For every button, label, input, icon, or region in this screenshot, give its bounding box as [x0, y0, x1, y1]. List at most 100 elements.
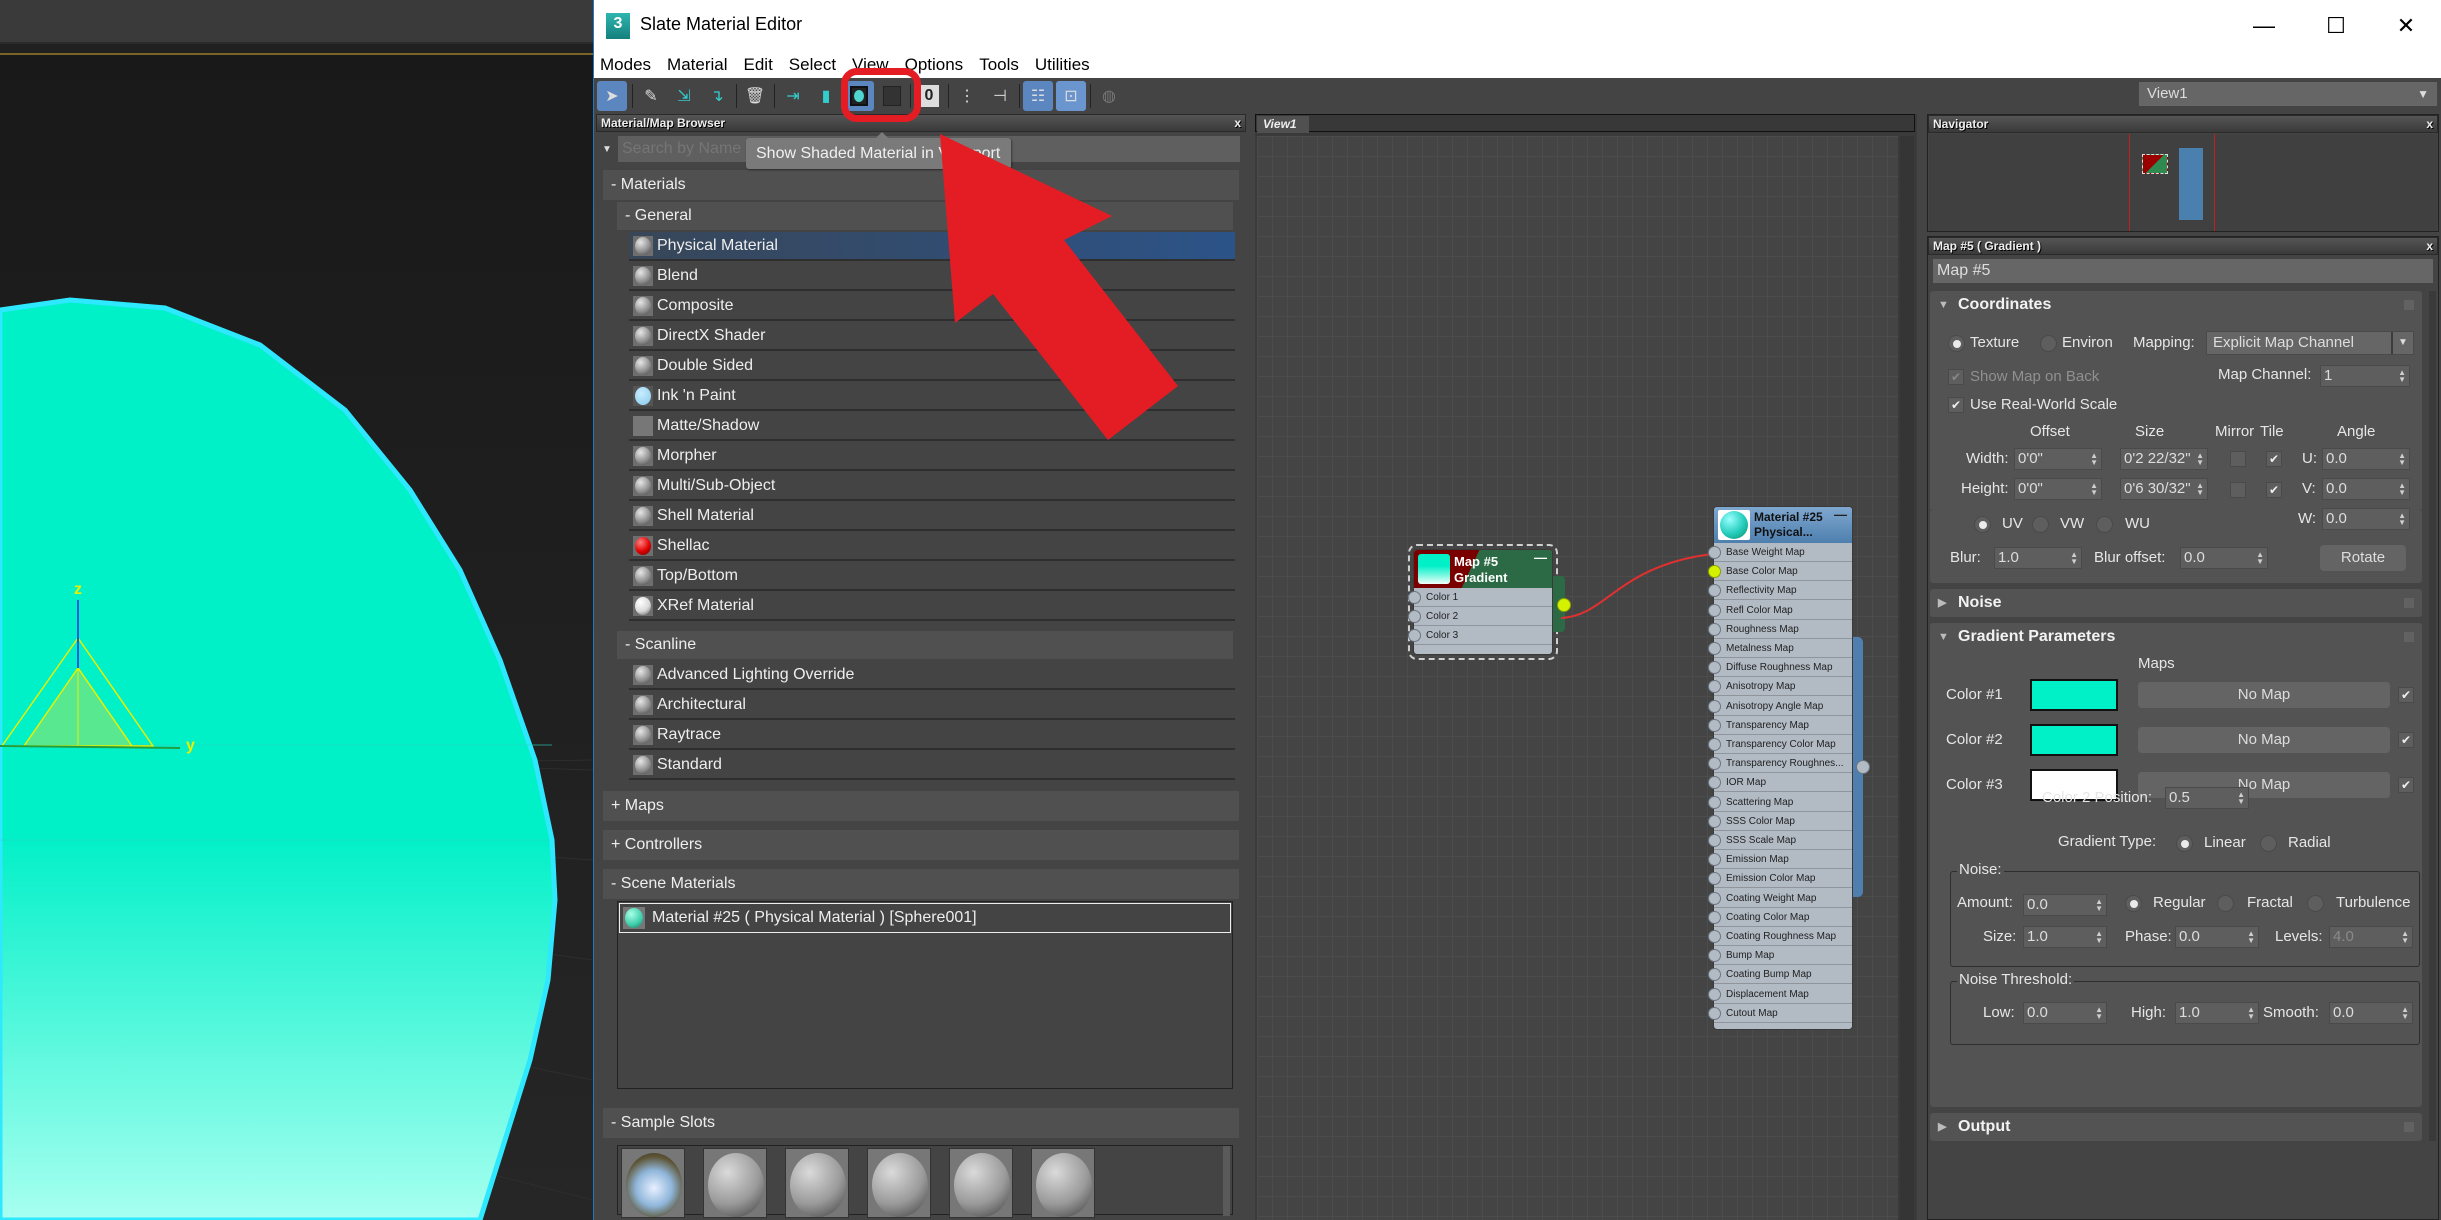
spinner-arrows-icon[interactable]: ▲ ▼ — [2237, 791, 2245, 806]
parameter-close-button[interactable]: x — [2426, 238, 2433, 254]
input-socket[interactable] — [1708, 1006, 1721, 1020]
spinner-arrows-icon[interactable]: ▲ ▼ — [2398, 369, 2406, 384]
browser-item[interactable]: Shell Material — [629, 502, 1235, 531]
browser-item[interactable]: Multi/Sub-Object — [629, 472, 1235, 501]
sample-slot[interactable] — [703, 1148, 767, 1218]
sample-slot[interactable] — [785, 1148, 849, 1218]
input-socket[interactable] — [1708, 584, 1721, 598]
group-scene-materials[interactable]: - Scene Materials — [603, 869, 1239, 899]
canvas-scrollbar[interactable] — [1900, 136, 1914, 1220]
menu-modes[interactable]: Modes — [594, 52, 659, 78]
spinner-arrows-icon[interactable]: ▲ ▼ — [2256, 551, 2264, 566]
sample-slot[interactable] — [621, 1148, 685, 1218]
input-socket[interactable] — [1708, 853, 1721, 867]
spinner-arrows-icon[interactable]: ▲ ▼ — [2401, 930, 2409, 945]
parameter-scrollbar[interactable] — [2429, 291, 2436, 1141]
u-angle-spinner[interactable]: 0.0 ▲ ▼ — [2322, 448, 2410, 470]
levels-spinner[interactable]: 4.0 ▲ ▼ — [2329, 926, 2413, 948]
browser-close-button[interactable]: x — [1234, 115, 1241, 131]
smooth-spinner[interactable]: 0.0 ▲ ▼ — [2329, 1002, 2413, 1024]
maximize-button[interactable]: ☐ — [2306, 8, 2366, 44]
viewport-3d[interactable]: z y — [0, 0, 593, 1220]
node-input-row[interactable]: Coating Roughness Map — [1708, 927, 1852, 946]
spinner-arrows-icon[interactable]: ▲ ▼ — [2401, 1006, 2409, 1021]
uv-radio[interactable] — [1974, 516, 1991, 533]
assign-to-selection-button[interactable]: ↴ — [702, 81, 732, 111]
browser-item[interactable]: Standard — [629, 751, 1235, 780]
browser-item[interactable]: Physical Material — [629, 232, 1235, 261]
input-socket[interactable] — [1708, 565, 1721, 579]
sample-slot[interactable] — [867, 1148, 931, 1218]
node-input-row[interactable]: Coating Weight Map — [1708, 889, 1852, 908]
input-socket[interactable] — [1708, 757, 1721, 771]
material-output-socket[interactable] — [1856, 760, 1870, 774]
menu-edit[interactable]: Edit — [736, 52, 781, 78]
sample-slots-scrollbar[interactable] — [1223, 1146, 1230, 1216]
close-button[interactable]: ✕ — [2376, 8, 2436, 44]
node-input-row[interactable]: Anisotropy Angle Map — [1708, 697, 1852, 716]
title-bar[interactable]: 3 Slate Material Editor — ☐ ✕ — [594, 0, 2441, 52]
input-socket[interactable] — [1708, 795, 1721, 809]
input-socket[interactable] — [1708, 699, 1721, 713]
material-node-header[interactable]: Material #25 Physical... — — [1714, 507, 1852, 543]
radial-radio[interactable] — [2260, 835, 2277, 852]
minimize-button[interactable]: — — [2234, 8, 2294, 44]
amount-spinner[interactable]: 0.0 ▲ ▼ — [2023, 894, 2107, 916]
delete-selected-button[interactable]: 🗑 — [740, 81, 770, 111]
no-map-button[interactable]: No Map — [2138, 727, 2390, 753]
browser-item[interactable]: Blend — [629, 262, 1235, 291]
browser-item[interactable]: Double Sided — [629, 352, 1235, 381]
node-input-row[interactable]: Roughness Map — [1708, 620, 1852, 639]
node-input-row[interactable]: Coating Bump Map — [1708, 965, 1852, 985]
node-input-row[interactable]: Refl Color Map — [1708, 601, 1852, 620]
material-node[interactable]: Material #25 Physical... — Base Weight M… — [1708, 506, 1870, 1030]
search-options-icon[interactable]: ▼ — [602, 144, 612, 155]
pick-material-button[interactable]: ✎ — [636, 81, 666, 111]
spinner-arrows-icon[interactable]: ▲ ▼ — [2398, 512, 2406, 527]
node-input-row[interactable]: IOR Map — [1708, 773, 1852, 793]
spinner-arrows-icon[interactable]: ▲ ▼ — [2247, 930, 2255, 945]
node-input-row[interactable]: Cutout Map — [1708, 1004, 1852, 1023]
input-socket[interactable] — [1708, 603, 1721, 617]
node-input-row[interactable]: Displacement Map — [1708, 985, 1852, 1004]
node-input-row[interactable]: Transparency Map — [1708, 716, 1852, 735]
input-socket[interactable] — [1708, 622, 1721, 636]
spinner-arrows-icon[interactable]: ▲ ▼ — [2196, 482, 2204, 497]
browser-item[interactable]: DirectX Shader — [629, 322, 1235, 351]
width-offset-spinner[interactable]: 0'0" ▲ ▼ — [2014, 448, 2102, 470]
node-canvas[interactable]: Map #5 Gradient — Color 1 Color 2 Color 3 … — [1257, 136, 1898, 1220]
tab-view1[interactable]: View1 — [1257, 116, 1309, 133]
input-socket[interactable] — [1708, 738, 1721, 751]
texture-radio[interactable] — [1948, 335, 1965, 352]
input-socket[interactable] — [1708, 680, 1721, 694]
show-map-on-back-checkbox[interactable]: ✔ — [1948, 369, 1964, 385]
spinner-arrows-icon[interactable]: ▲ ▼ — [2095, 1006, 2103, 1021]
collapse-button[interactable]: — — [1834, 507, 1847, 522]
map-name-input[interactable]: Map #5 — [1933, 259, 2433, 283]
subgroup-scanline[interactable]: - Scanline — [617, 631, 1233, 659]
browser-item[interactable]: Architectural — [629, 691, 1235, 720]
menu-material[interactable]: Material — [659, 52, 735, 78]
output-rollout-header[interactable]: ▶ Output — [1930, 1113, 2422, 1141]
browser-item[interactable]: Raytrace — [629, 721, 1235, 750]
sample-slot[interactable] — [1031, 1148, 1095, 1218]
browser-item[interactable]: Morpher — [629, 442, 1235, 471]
low-spinner[interactable]: 0.0 ▲ ▼ — [2023, 1002, 2107, 1024]
spinner-arrows-icon[interactable]: ▲ ▼ — [2095, 930, 2103, 945]
spinner-arrows-icon[interactable]: ▲ ▼ — [2196, 452, 2204, 467]
select-tool-button[interactable]: ➤ — [597, 81, 627, 111]
node-input-row[interactable]: Anisotropy Map — [1708, 677, 1852, 697]
node-input-row[interactable]: SSS Scale Map — [1708, 831, 1852, 850]
browser-item[interactable]: Shellac — [629, 532, 1235, 561]
sample-slot[interactable] — [949, 1148, 1013, 1218]
group-materials[interactable]: - Materials — [603, 170, 1239, 200]
browser-item[interactable]: Top/Bottom — [629, 562, 1235, 591]
blur-offset-spinner[interactable]: 0.0 ▲ ▼ — [2180, 547, 2268, 569]
browser-item[interactable]: Composite — [629, 292, 1235, 321]
input-socket[interactable] — [1708, 642, 1721, 655]
input-socket[interactable] — [1708, 834, 1721, 847]
map-enable-checkbox[interactable]: ✔ — [2398, 687, 2414, 703]
input-socket[interactable] — [1708, 930, 1721, 943]
linear-radio[interactable] — [2176, 835, 2193, 852]
width-tile-checkbox[interactable]: ✔ — [2266, 451, 2282, 467]
